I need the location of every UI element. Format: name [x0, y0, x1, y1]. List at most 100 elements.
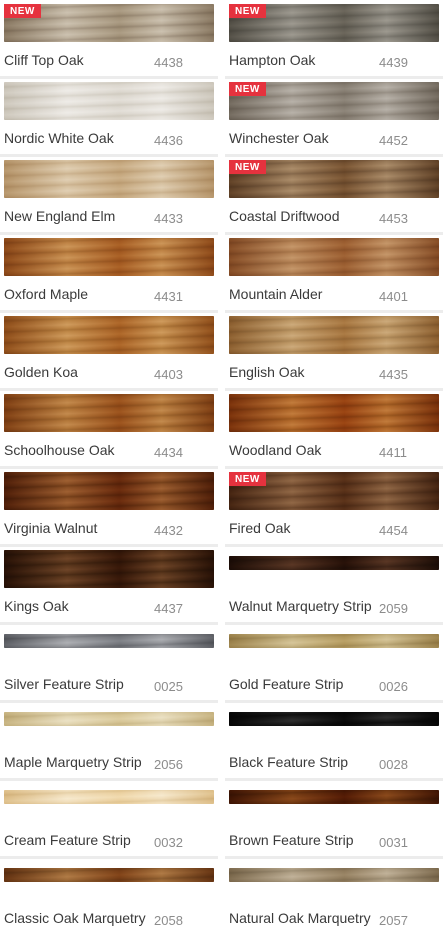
product-name[interactable]: Walnut Marquetry Strip [229, 598, 372, 614]
product-card[interactable]: Cream Feature Strip 0032 [0, 780, 218, 859]
product-card[interactable]: NEW Fired Oak 4454 [225, 468, 443, 547]
product-card[interactable]: Nordic White Oak 4436 [0, 78, 218, 157]
product-name[interactable]: Gold Feature Strip [229, 676, 343, 692]
product-card[interactable]: NEW Cliff Top Oak 4438 [0, 0, 218, 79]
plank-swatch-image[interactable] [4, 472, 214, 510]
wood-grain-texture [4, 790, 214, 804]
product-card[interactable]: Golden Koa 4403 [0, 312, 218, 391]
product-name[interactable]: Golden Koa [4, 364, 78, 380]
wood-grain-texture [4, 160, 214, 198]
product-name[interactable]: Fired Oak [229, 520, 290, 536]
wood-grain-texture [229, 556, 439, 570]
product-code: 4454 [379, 523, 408, 538]
product-card[interactable]: NEW Hampton Oak 4439 [225, 0, 443, 79]
product-card[interactable]: Gold Feature Strip 0026 [225, 624, 443, 703]
plank-swatch-image[interactable] [4, 316, 214, 354]
product-name[interactable]: Black Feature Strip [229, 754, 348, 770]
product-name[interactable]: Virginia Walnut [4, 520, 97, 536]
plank-swatch-image[interactable] [4, 238, 214, 276]
wood-grain-texture [229, 634, 439, 648]
product-code: 4434 [154, 445, 183, 460]
product-code: 0031 [379, 835, 408, 850]
wood-grain-texture [4, 634, 214, 648]
product-name[interactable]: Brown Feature Strip [229, 832, 354, 848]
product-name[interactable]: Cream Feature Strip [4, 832, 131, 848]
product-card[interactable]: Classic Oak Marquetry 2058 [0, 858, 214, 930]
product-card[interactable]: Woodland Oak 4411 [225, 390, 443, 469]
product-card[interactable]: Brown Feature Strip 0031 [225, 780, 443, 859]
product-name[interactable]: Natural Oak Marquetry [229, 910, 371, 926]
new-badge: NEW [229, 160, 266, 174]
product-name[interactable]: Oxford Maple [4, 286, 88, 302]
strip-swatch-image[interactable] [229, 790, 439, 804]
wood-grain-texture [229, 712, 439, 726]
plank-swatch-image[interactable] [4, 160, 214, 198]
product-code: 0025 [154, 679, 183, 694]
product-card[interactable]: NEW Winchester Oak 4452 [225, 78, 443, 157]
plank-swatch-image[interactable] [4, 550, 214, 588]
product-name[interactable]: Kings Oak [4, 598, 69, 614]
new-badge: NEW [229, 472, 266, 486]
product-name[interactable]: Hampton Oak [229, 52, 315, 68]
wood-grain-texture [4, 394, 214, 432]
strip-swatch-image[interactable] [229, 556, 439, 570]
product-name[interactable]: Winchester Oak [229, 130, 329, 146]
strip-swatch-image[interactable] [4, 790, 214, 804]
product-card[interactable]: English Oak 4435 [225, 312, 443, 391]
plank-swatch-image[interactable] [229, 394, 439, 432]
wood-grain-texture [229, 238, 439, 276]
strip-swatch-image[interactable] [229, 868, 439, 882]
strip-swatch-image[interactable] [4, 634, 214, 648]
wood-grain-texture [229, 868, 439, 882]
product-card[interactable]: Black Feature Strip 0028 [225, 702, 443, 781]
product-name[interactable]: Silver Feature Strip [4, 676, 124, 692]
plank-swatch-image[interactable] [229, 238, 439, 276]
strip-swatch-image[interactable] [229, 634, 439, 648]
new-badge: NEW [229, 4, 266, 18]
product-code: 4452 [379, 133, 408, 148]
product-code: 0026 [379, 679, 408, 694]
product-card[interactable]: Schoolhouse Oak 4434 [0, 390, 218, 469]
product-name[interactable]: Woodland Oak [229, 442, 321, 458]
product-name[interactable]: New England Elm [4, 208, 115, 224]
wood-grain-texture [229, 394, 439, 432]
product-name[interactable]: Classic Oak Marquetry [4, 910, 146, 926]
product-card[interactable]: Silver Feature Strip 0025 [0, 624, 218, 703]
strip-swatch-image[interactable] [4, 712, 214, 726]
product-code: 4411 [379, 445, 407, 460]
product-name[interactable]: Coastal Driftwood [229, 208, 340, 224]
product-name[interactable]: Mountain Alder [229, 286, 322, 302]
product-name[interactable]: Nordic White Oak [4, 130, 114, 146]
product-card[interactable]: Maple Marquetry Strip 2056 [0, 702, 218, 781]
product-card[interactable]: Kings Oak 4437 [0, 546, 218, 625]
product-name[interactable]: Schoolhouse Oak [4, 442, 115, 458]
product-code: 4432 [154, 523, 183, 538]
plank-swatch-image[interactable] [229, 316, 439, 354]
plank-swatch-image[interactable] [4, 394, 214, 432]
product-card[interactable]: New England Elm 4433 [0, 156, 218, 235]
product-card[interactable]: Oxford Maple 4431 [0, 234, 218, 313]
product-code: 2059 [379, 601, 408, 616]
product-card[interactable]: Virginia Walnut 4432 [0, 468, 218, 547]
strip-swatch-image[interactable] [229, 712, 439, 726]
product-code: 0032 [154, 835, 183, 850]
product-card[interactable]: Walnut Marquetry Strip 2059 [225, 546, 443, 625]
plank-swatch-image[interactable] [4, 82, 214, 120]
product-code: 4433 [154, 211, 183, 226]
product-card[interactable]: NEW Coastal Driftwood 4453 [225, 156, 443, 235]
product-code: 4435 [379, 367, 408, 382]
wood-grain-texture [4, 82, 214, 120]
product-card[interactable]: Natural Oak Marquetry 2057 [225, 858, 439, 930]
product-name[interactable]: Maple Marquetry Strip [4, 754, 142, 770]
product-code: 4438 [154, 55, 183, 70]
wood-grain-texture [4, 550, 214, 588]
strip-swatch-image[interactable] [4, 868, 214, 882]
product-code: 2056 [154, 757, 183, 772]
new-badge: NEW [4, 4, 41, 18]
product-name[interactable]: English Oak [229, 364, 304, 380]
product-card[interactable]: Mountain Alder 4401 [225, 234, 443, 313]
product-code: 4453 [379, 211, 408, 226]
product-name[interactable]: Cliff Top Oak [4, 52, 84, 68]
wood-grain-texture [4, 868, 214, 882]
new-badge: NEW [229, 82, 266, 96]
